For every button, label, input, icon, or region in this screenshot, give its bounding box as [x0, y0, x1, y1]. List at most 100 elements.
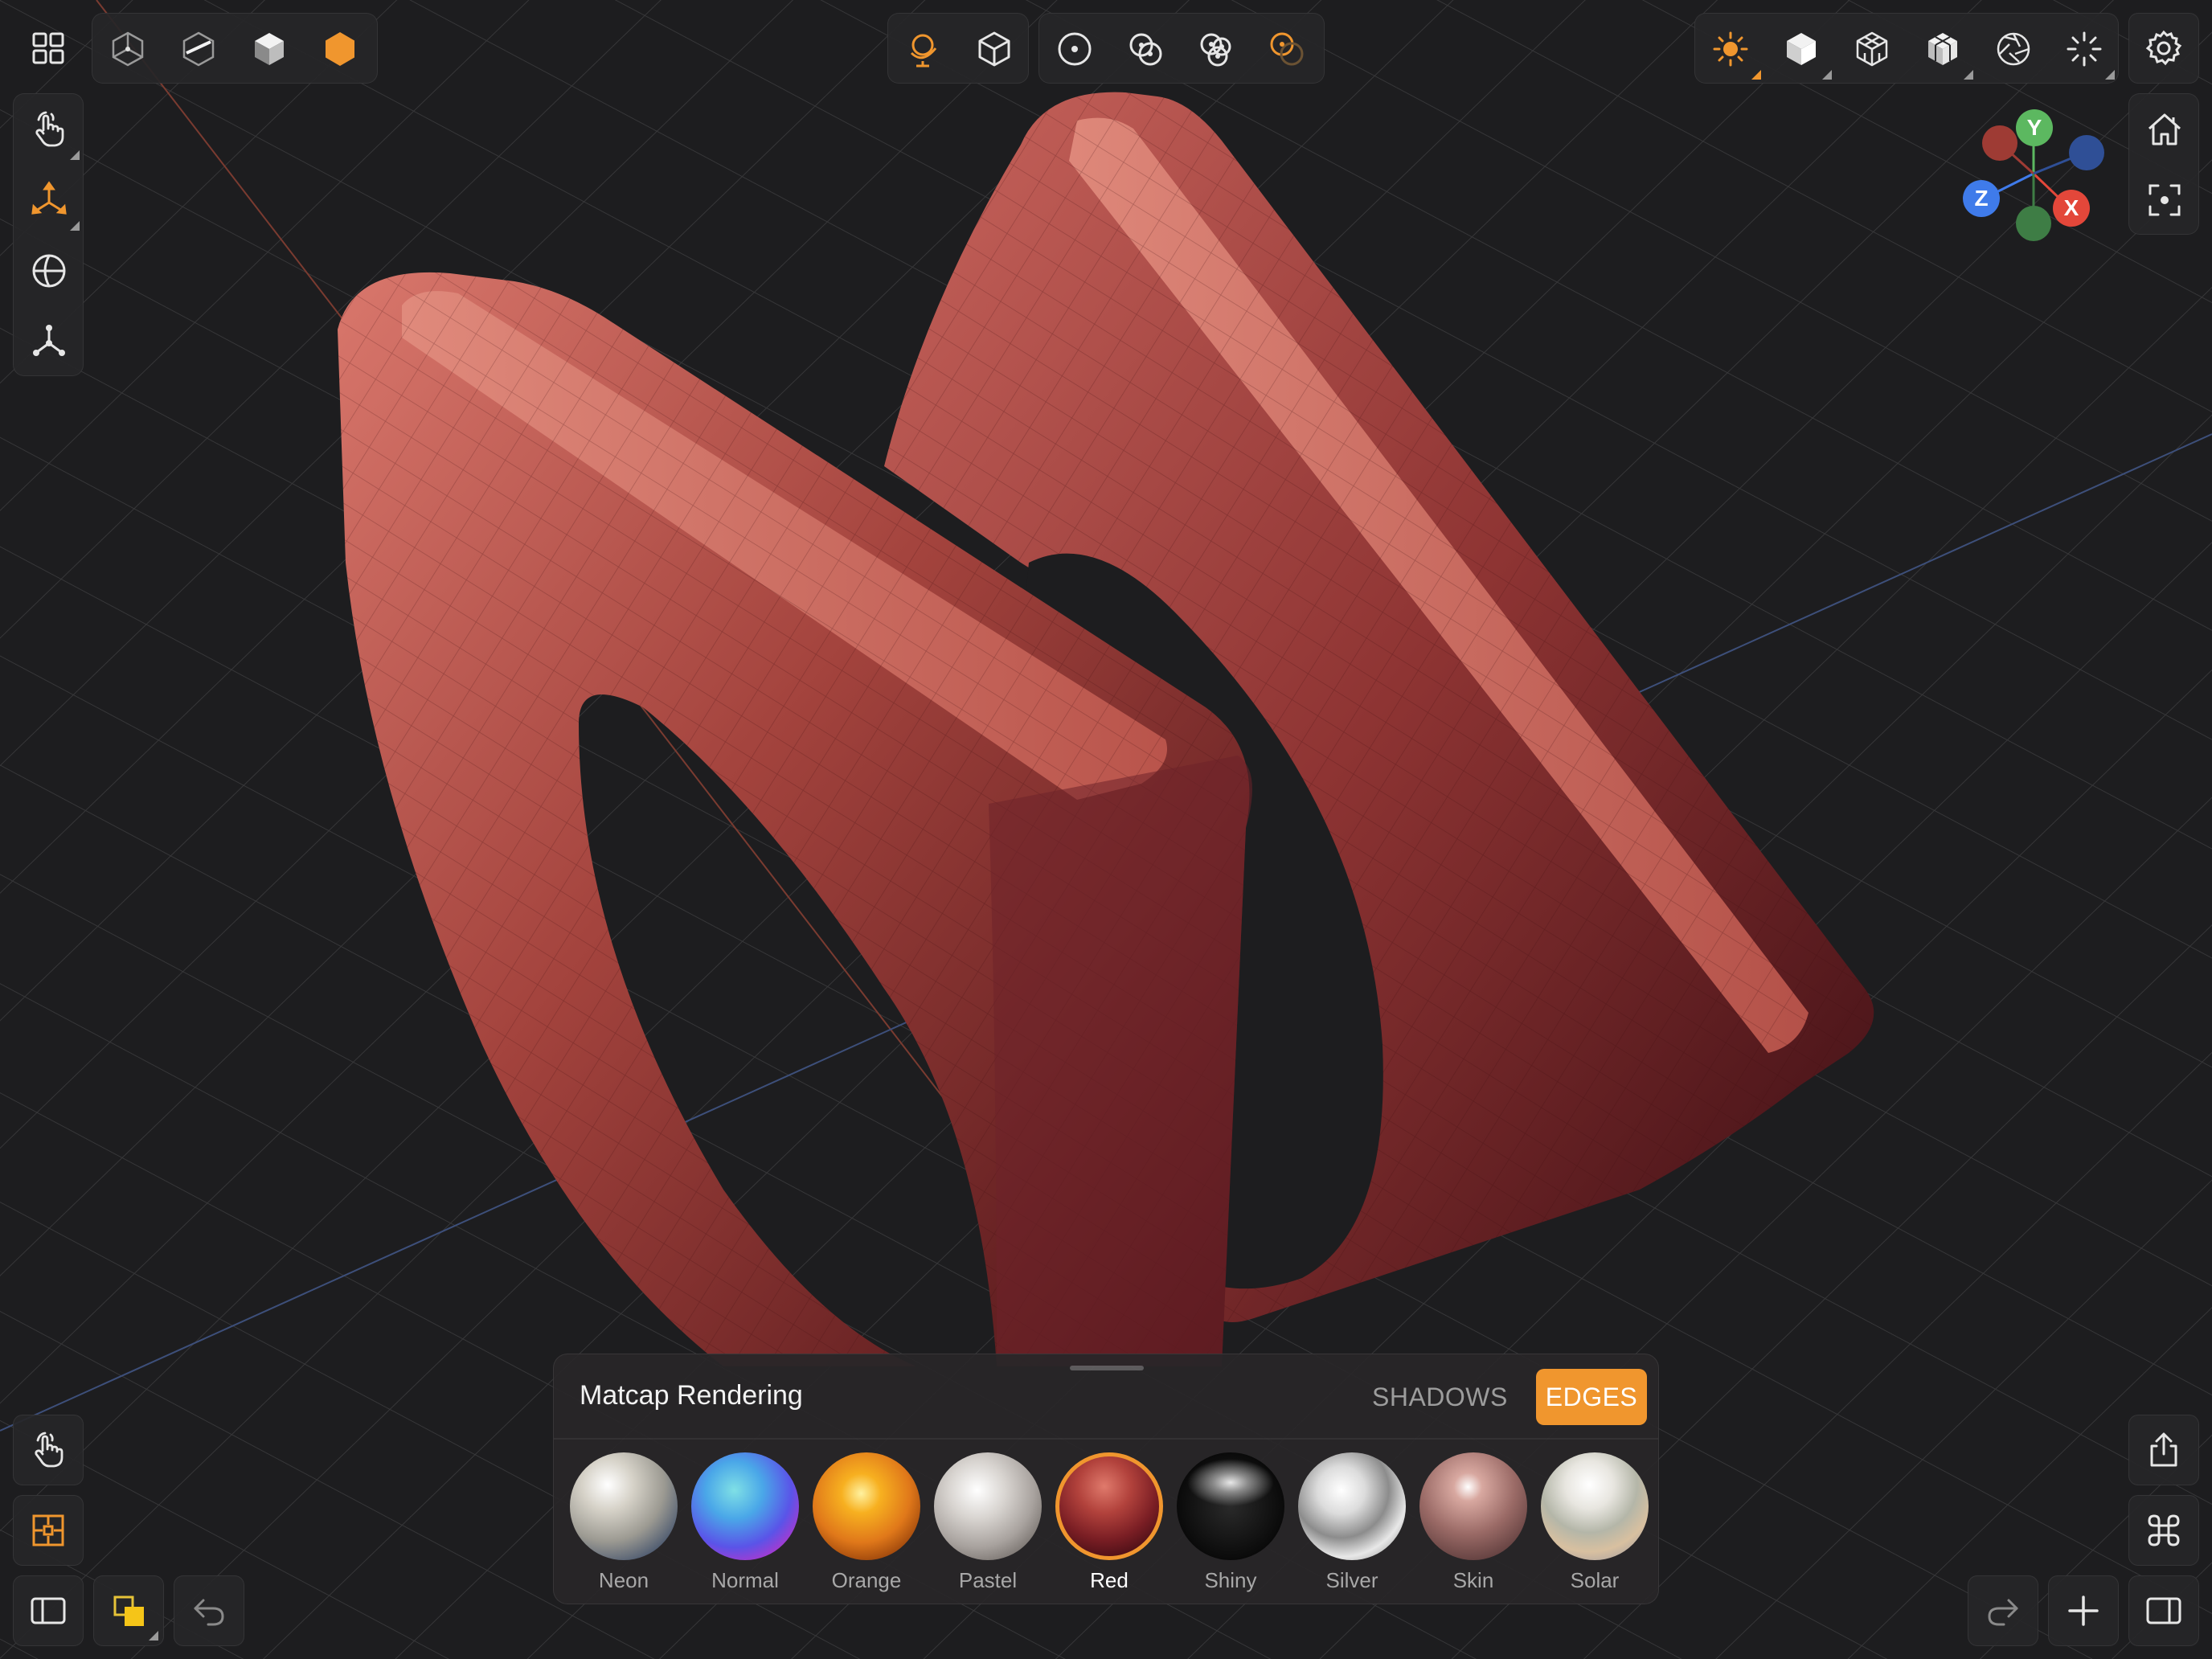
hexagon-button[interactable] [305, 14, 375, 84]
matcap-ball-normal [691, 1452, 799, 1560]
share-button[interactable] [2128, 1415, 2199, 1485]
matcap-ball-silver [1298, 1452, 1406, 1560]
pivot-icon [33, 325, 65, 356]
home-button[interactable] [2129, 94, 2200, 165]
settings-button[interactable] [2128, 13, 2199, 84]
matcap-label: Skin [1452, 1568, 1494, 1592]
panel-grab-handle[interactable] [1070, 1366, 1144, 1370]
section-button[interactable] [163, 14, 234, 84]
sphere-grid-icon [32, 254, 66, 288]
matcap-label: Pastel [958, 1568, 1018, 1592]
grid-menu-icon [32, 32, 64, 64]
selection-toolbar [1038, 13, 1325, 84]
command-icon [2148, 1514, 2180, 1546]
focus-icon [2149, 184, 2181, 216]
orbit-globe-icon [910, 34, 937, 68]
plus-icon [2068, 1596, 2099, 1626]
z-axis-handle[interactable]: Z [1963, 180, 2000, 217]
post-process-button[interactable] [2049, 14, 2120, 84]
matcap-swatch-solar[interactable]: Solar [1534, 1448, 1655, 1600]
focus-button[interactable] [2129, 165, 2200, 236]
matcap-panel: Matcap Rendering SHADOWS EDGES Neon Norm… [553, 1354, 1659, 1604]
single-select-button[interactable] [1039, 14, 1110, 84]
move-gizmo-icon [31, 181, 67, 215]
cube-outline-icon [978, 31, 1010, 67]
orbit-button[interactable] [888, 14, 959, 84]
matcap-swatch-shiny[interactable]: Shiny [1170, 1448, 1291, 1600]
matcap-swatch-red[interactable]: Red [1049, 1448, 1169, 1600]
wire-cube-icon [1856, 31, 1888, 67]
matcap-ball-orange [813, 1452, 920, 1560]
neg-y-axis-handle [2016, 206, 2051, 241]
orange-select-button[interactable] [1251, 14, 1322, 84]
panel-divider [554, 1438, 1658, 1440]
matcap-ball-red [1055, 1452, 1163, 1560]
camera-toolbar [887, 13, 1029, 84]
touch-toggle-button[interactable] [13, 1415, 84, 1485]
grid-menu-button[interactable] [13, 13, 84, 84]
sparkle-icon [2067, 31, 2102, 67]
matcap-label: Silver [1325, 1568, 1378, 1592]
matcap-swatch-silver[interactable]: Silver [1292, 1448, 1412, 1600]
matcap-swatch-pastel[interactable]: Pastel [928, 1448, 1048, 1600]
command-button[interactable] [2128, 1495, 2199, 1566]
snap-button[interactable] [13, 1495, 84, 1566]
render-toolbar [1694, 13, 2119, 84]
y-axis-handle[interactable]: Y [2016, 109, 2053, 146]
section-cube-icon [182, 31, 215, 67]
solid-button[interactable] [234, 14, 305, 84]
touch-hand-icon [35, 1432, 63, 1468]
edges-toggle[interactable]: EDGES [1536, 1369, 1647, 1425]
touch-hand-icon [35, 111, 64, 147]
cube-view-button[interactable] [959, 14, 1030, 84]
undo-icon [194, 1599, 224, 1626]
home-icon [2148, 113, 2181, 145]
view-mode-toolbar [92, 13, 378, 84]
add-button[interactable] [2048, 1575, 2119, 1646]
matcap-ball-shiny [1177, 1452, 1284, 1560]
redo-button[interactable] [1968, 1575, 2038, 1646]
texture-button[interactable] [1907, 14, 1978, 84]
matcap-label: Shiny [1204, 1568, 1257, 1592]
touch-mode-button[interactable] [14, 94, 84, 165]
view-nav-toolbar [2128, 93, 2199, 235]
sidebar-button[interactable] [13, 1575, 84, 1646]
shaded-cube-icon [1787, 33, 1816, 65]
three-circles-icon [1200, 33, 1231, 67]
matcap-swatch-skin[interactable]: Skin [1413, 1448, 1534, 1600]
camera-aperture-button[interactable] [1978, 14, 2049, 84]
shadows-toggle[interactable]: SHADOWS [1358, 1369, 1522, 1425]
pivot-button[interactable] [14, 306, 84, 377]
lighting-button[interactable] [1695, 14, 1766, 84]
matcap-label: Normal [711, 1568, 779, 1592]
wireframe-button[interactable] [92, 14, 163, 84]
matcap-swatch-neon[interactable]: Neon [563, 1448, 684, 1600]
triple-select-button[interactable] [1181, 14, 1251, 84]
sun-icon [1713, 31, 1748, 67]
transform-button[interactable] [14, 165, 84, 236]
matcap-swatch-normal[interactable]: Normal [685, 1448, 805, 1600]
double-select-button[interactable] [1110, 14, 1181, 84]
wireframe-cube-icon [112, 31, 144, 67]
solid-cube-icon [255, 33, 284, 65]
right-sidebar-button[interactable] [2128, 1575, 2199, 1646]
wire-render-button[interactable] [1837, 14, 1907, 84]
hexagon-icon [326, 32, 354, 66]
x-axis-handle[interactable]: X [2053, 190, 2090, 227]
matcap-ball-pastel [934, 1452, 1042, 1560]
layers-icon [113, 1596, 144, 1626]
snap-grid-icon [32, 1514, 64, 1546]
undo-button[interactable] [174, 1575, 244, 1646]
sphere-button[interactable] [14, 236, 84, 306]
shading-button[interactable] [1766, 14, 1837, 84]
matcap-label: Red [1090, 1568, 1129, 1592]
matcap-ball-solar [1541, 1452, 1649, 1560]
textured-cube-icon [1928, 33, 1957, 65]
matcap-swatch-orange[interactable]: Orange [806, 1448, 927, 1600]
left-tool-toolbar [13, 93, 84, 376]
layers-button[interactable] [93, 1575, 164, 1646]
matcap-label: Solar [1570, 1568, 1620, 1592]
axis-gizmo[interactable]: Y X Z [1953, 104, 2114, 249]
matcap-label: Orange [831, 1568, 902, 1592]
redo-icon [1988, 1599, 2018, 1626]
